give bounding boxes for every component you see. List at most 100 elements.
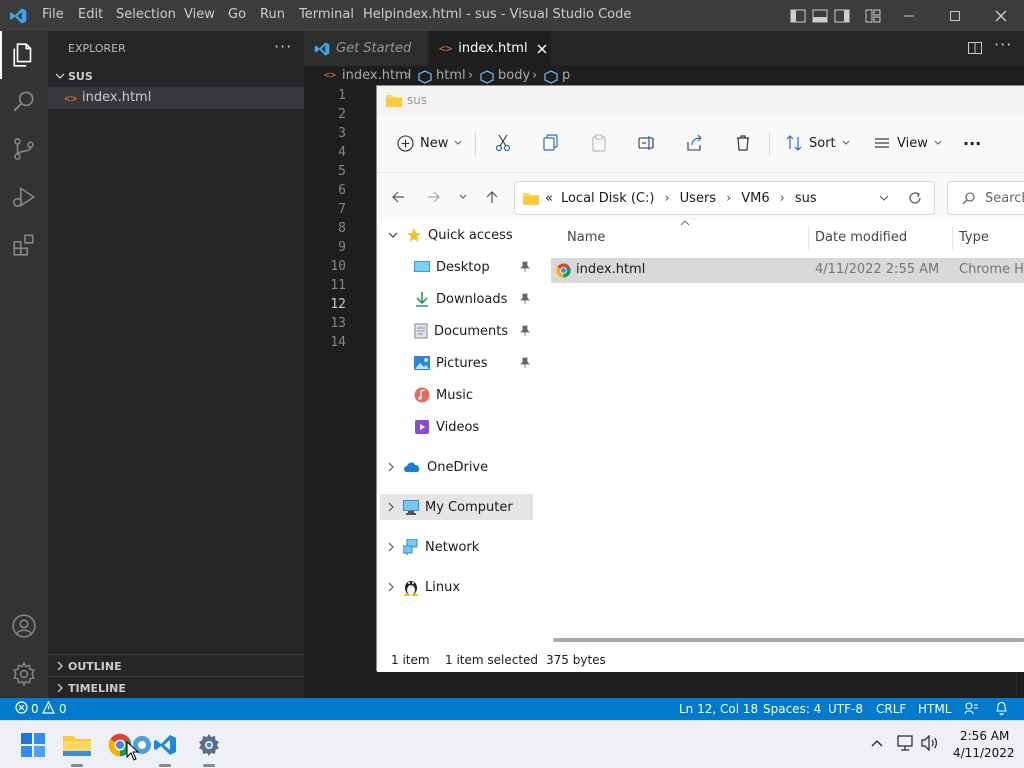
address-dropdown-icon[interactable]: [879, 195, 889, 202]
up-arrow-icon[interactable]: [485, 190, 499, 204]
column-divider[interactable]: [952, 226, 953, 250]
encoding[interactable]: UTF-8: [828, 702, 863, 716]
nav-onedrive[interactable]: OneDrive: [380, 454, 533, 480]
more-actions-icon[interactable]: ···: [994, 35, 1012, 54]
nav-documents[interactable]: Documents: [380, 318, 533, 344]
minimize-button[interactable]: [886, 0, 932, 31]
language-mode[interactable]: HTML: [918, 702, 951, 716]
error-count[interactable]: 0: [31, 702, 39, 716]
pin-icon[interactable]: [520, 357, 530, 369]
nav-linux[interactable]: Linux: [380, 574, 533, 600]
address-bar[interactable]: « Local Disk (C:) › Users › VM6 › sus: [514, 181, 935, 215]
new-button[interactable]: New: [397, 129, 462, 157]
forward-arrow-icon[interactable]: [427, 190, 441, 204]
delete-icon[interactable]: [734, 129, 752, 157]
error-icon[interactable]: [15, 701, 28, 714]
clock-time[interactable]: 2:56 AM: [960, 729, 1009, 743]
clock-date[interactable]: 4/11/2022: [953, 746, 1015, 760]
warning-count[interactable]: 0: [59, 702, 67, 716]
cut-icon[interactable]: [494, 129, 512, 157]
nav-quick-access[interactable]: Quick access: [380, 222, 533, 248]
recent-locations-chevron-icon[interactable]: [459, 194, 467, 200]
accounts-icon[interactable]: [0, 602, 48, 650]
menu-file[interactable]: File: [42, 7, 64, 22]
file-item-index[interactable]: <> index.html: [48, 87, 304, 109]
nav-network[interactable]: Network: [380, 534, 533, 560]
maximize-button[interactable]: [932, 0, 978, 31]
menu-terminal[interactable]: Terminal: [299, 7, 354, 22]
pin-icon[interactable]: [520, 261, 530, 273]
refresh-icon[interactable]: [908, 191, 922, 205]
outline-section[interactable]: OUTLINE: [48, 654, 304, 676]
menu-selection[interactable]: Selection: [116, 7, 176, 22]
folder-header[interactable]: SUS: [48, 66, 304, 88]
nav-pictures[interactable]: Pictures: [380, 350, 533, 376]
rename-icon[interactable]: [638, 129, 656, 157]
menu-run[interactable]: Run: [260, 7, 285, 22]
more-options-button[interactable]: ···: [963, 129, 981, 157]
run-debug-icon[interactable]: [0, 173, 48, 221]
explorer-icon[interactable]: [0, 31, 48, 79]
breadcrumb-file[interactable]: index.html: [342, 68, 411, 83]
vscode-taskbar-icon[interactable]: [149, 729, 181, 761]
share-icon[interactable]: [686, 129, 704, 157]
column-header-date[interactable]: Date modified: [815, 230, 907, 245]
paste-icon[interactable]: [590, 129, 608, 157]
file-row[interactable]: index.html 4/11/2022 2:55 AM Chrome HTM: [551, 258, 1024, 283]
manage-gear-icon[interactable]: [0, 650, 48, 698]
close-button[interactable]: [978, 0, 1024, 31]
breadcrumb-html[interactable]: html: [436, 68, 466, 83]
notifications-bell-icon[interactable]: [995, 701, 1008, 715]
breadcrumb-p[interactable]: p: [562, 68, 570, 83]
more-actions-icon[interactable]: ···: [274, 37, 292, 56]
start-windows-icon[interactable]: [17, 729, 49, 761]
customize-layout-icon[interactable]: [865, 8, 881, 24]
network-tray-icon[interactable]: [897, 735, 915, 751]
volume-icon[interactable]: [921, 735, 939, 751]
nav-downloads[interactable]: Downloads: [380, 286, 533, 312]
menu-help[interactable]: Help: [363, 7, 393, 22]
warning-icon[interactable]: [42, 701, 55, 714]
file-explorer-taskbar-icon[interactable]: [61, 729, 93, 761]
tab-get-started[interactable]: Get Started: [304, 31, 427, 66]
horizontal-scrollbar[interactable]: [553, 638, 1024, 642]
toggle-panel-icon[interactable]: [812, 8, 828, 24]
nav-desktop[interactable]: Desktop: [380, 254, 533, 280]
line-ending[interactable]: CRLF: [876, 702, 906, 716]
nav-my-computer[interactable]: My Computer: [380, 494, 533, 520]
pin-icon[interactable]: [520, 293, 530, 305]
menu-go[interactable]: Go: [228, 7, 246, 22]
show-hidden-icons-chevron-icon[interactable]: [871, 739, 883, 747]
toggle-sidebar-icon[interactable]: [790, 8, 806, 24]
address-segment-sus[interactable]: sus: [795, 191, 817, 206]
address-segment-users[interactable]: Users: [680, 191, 716, 206]
copy-icon[interactable]: [542, 129, 560, 157]
feedback-icon[interactable]: [964, 701, 979, 716]
gear-taskbar-icon[interactable]: [193, 729, 225, 761]
indentation[interactable]: Spaces: 4: [763, 702, 821, 716]
address-overflow[interactable]: «: [545, 191, 553, 206]
column-header-type[interactable]: Type: [959, 230, 989, 245]
back-arrow-icon[interactable]: [391, 190, 405, 204]
column-divider[interactable]: [808, 226, 809, 250]
tab-index-html[interactable]: <> index.html: [429, 31, 551, 66]
extensions-icon[interactable]: [0, 221, 48, 269]
address-segment-disk[interactable]: Local Disk (C:): [561, 191, 654, 206]
column-header-name[interactable]: Name: [567, 230, 605, 245]
timeline-section[interactable]: TIMELINE: [48, 676, 304, 698]
search-box[interactable]: Search: [947, 181, 1024, 215]
split-editor-icon[interactable]: [967, 40, 983, 56]
source-control-icon[interactable]: [0, 125, 48, 173]
nav-videos[interactable]: Videos: [380, 414, 533, 440]
search-icon[interactable]: [0, 77, 48, 125]
pin-icon[interactable]: [520, 325, 530, 337]
view-button[interactable]: View: [873, 129, 942, 157]
cursor-position[interactable]: Ln 12, Col 18: [679, 702, 758, 716]
sort-button[interactable]: Sort: [785, 129, 850, 157]
menu-view[interactable]: View: [184, 7, 215, 22]
nav-music[interactable]: Music: [380, 382, 533, 408]
toggle-secondary-sidebar-icon[interactable]: [834, 8, 850, 24]
breadcrumb-body[interactable]: body: [498, 68, 530, 83]
tab-close-icon[interactable]: [537, 44, 547, 54]
menu-edit[interactable]: Edit: [78, 7, 103, 22]
